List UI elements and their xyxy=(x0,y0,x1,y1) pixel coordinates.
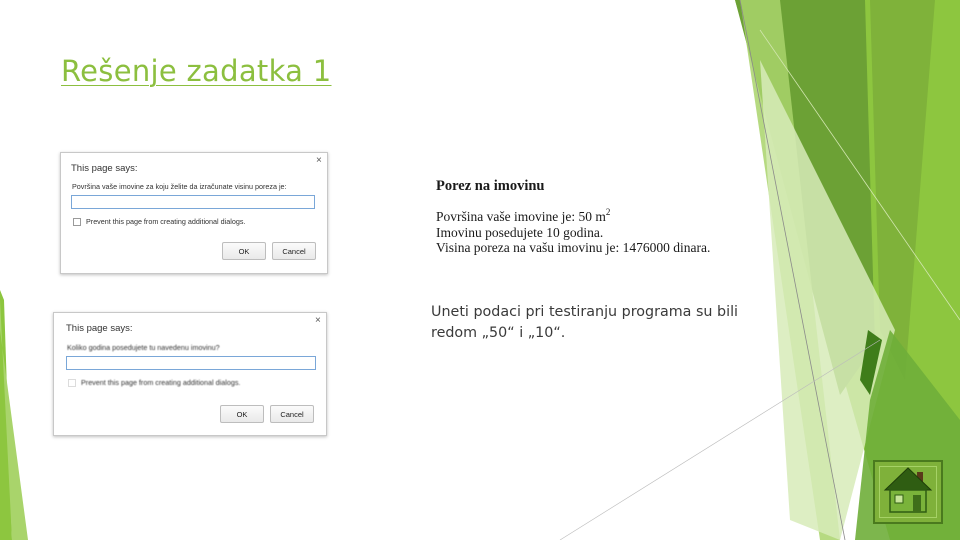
prompt-dialog-years: This page says: × Koliko godina poseduje… xyxy=(53,312,327,436)
output-area-line: Površina vaše imovine je: 50 m2 xyxy=(436,207,710,225)
cancel-button[interactable]: Cancel xyxy=(270,405,314,423)
ok-button[interactable]: OK xyxy=(222,242,266,260)
program-output: Porez na imovinu Površina vaše imovine j… xyxy=(436,178,710,256)
years-input[interactable] xyxy=(66,356,316,370)
dialog-prompt: Koliko godina posedujete tu navedenu imo… xyxy=(67,343,220,352)
output-tax-line: Visina poreza na vašu imovinu je: 147600… xyxy=(436,240,711,255)
prevent-dialogs-label: Prevent this page from creating addition… xyxy=(81,378,241,387)
ok-button[interactable]: OK xyxy=(220,405,264,423)
home-button[interactable] xyxy=(873,460,943,524)
output-area-text: Površina vaše imovine je: 50 m xyxy=(436,209,606,224)
prevent-dialogs-label: Prevent this page from creating addition… xyxy=(86,217,246,226)
output-area-exponent: 2 xyxy=(605,207,611,217)
output-years-line: Imovinu posedujete 10 godina. xyxy=(436,224,604,240)
output-heading: Porez na imovinu xyxy=(436,178,545,194)
prevent-dialogs-checkbox[interactable] xyxy=(68,379,76,387)
area-input[interactable] xyxy=(71,195,315,209)
home-icon xyxy=(883,467,933,513)
dialog-prompt: Površina vaše imovine za koju želite da … xyxy=(72,182,287,191)
slide-title: Rešenje zadatka 1 xyxy=(61,54,332,88)
test-input-note: Uneti podaci pri testiranju programa su … xyxy=(431,304,739,341)
prompt-dialog-area: This page says: × Površina vaše imovine … xyxy=(60,152,328,274)
prevent-dialogs-checkbox[interactable] xyxy=(73,218,81,226)
cancel-button[interactable]: Cancel xyxy=(272,242,316,260)
close-icon[interactable]: × xyxy=(315,315,321,326)
dialog-title: This page says: xyxy=(71,163,138,174)
close-icon[interactable]: × xyxy=(316,155,322,166)
dialog-title: This page says: xyxy=(66,323,133,334)
